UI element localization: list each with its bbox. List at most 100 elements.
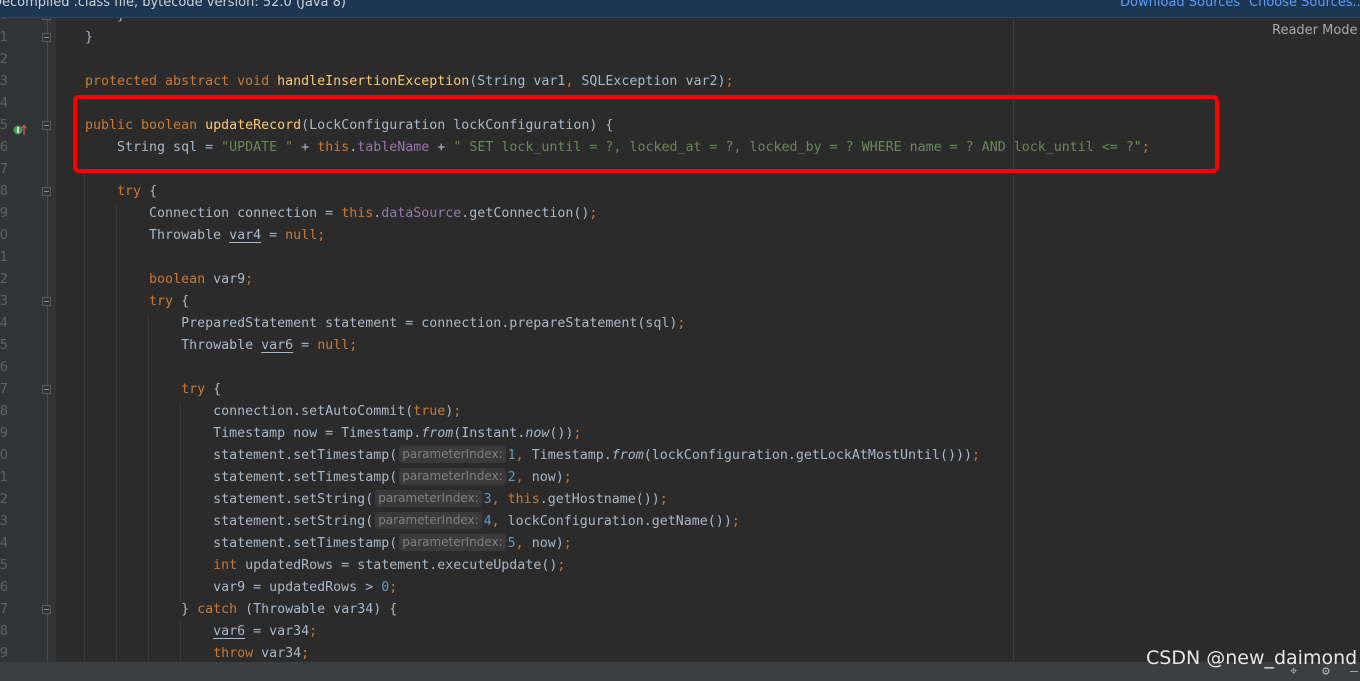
line-number: 104 — [0, 316, 8, 331]
code-token: { — [141, 184, 158, 199]
code-line[interactable]: 93 protected abstract void handleInsertio… — [0, 71, 1360, 93]
line-number: 105 — [0, 338, 8, 353]
code-token: ; — [725, 74, 734, 89]
code-token: throw — [213, 646, 262, 661]
line-number: 112 — [0, 492, 8, 507]
code-line[interactable]: 92 — [0, 49, 1360, 71]
code-line[interactable]: 118 var6 = var34; — [0, 621, 1360, 643]
code-text: statement.setTimestamp(parameterIndex: 5,… — [85, 533, 572, 555]
code-token: } — [85, 602, 198, 617]
code-token: dataSource — [381, 206, 462, 221]
parameter-hint: parameterIndex: — [375, 490, 482, 507]
code-token: = — [293, 338, 318, 353]
code-line[interactable]: 116 var9 = updatedRows > 0; — [0, 577, 1360, 599]
fold-toggle-icon[interactable] — [42, 605, 51, 614]
code-line[interactable]: 104 PreparedStatement statement = connec… — [0, 313, 1360, 335]
minimize-icon[interactable]: — — [1350, 665, 1358, 679]
code-line[interactable]: 115 int updatedRows = statement.executeU… — [0, 555, 1360, 577]
code-token: ; — [972, 448, 981, 463]
code-token: (lockConfiguration.getLockAtMostUntil())… — [643, 448, 973, 463]
code-line[interactable]: 100 Throwable var4 = null; — [0, 225, 1360, 247]
code-token: statement.setTimestamp( — [85, 536, 398, 551]
gear-icon[interactable]: ⚙ — [1322, 665, 1330, 679]
code-line[interactable]: 108 connection.setAutoCommit(true); — [0, 401, 1360, 423]
code-token: null; — [285, 228, 326, 243]
code-token: (Throwable var34) { — [245, 602, 398, 617]
code-token: connection.setAutoCommit( — [85, 404, 414, 419]
code-line[interactable]: 99 Connection connection = this.dataSour… — [0, 203, 1360, 225]
code-line[interactable]: 112 statement.setString(parameterIndex:3… — [0, 489, 1360, 511]
code-token: } — [85, 30, 94, 45]
code-text: try { — [85, 379, 221, 401]
code-token: Connection connection = — [85, 206, 342, 221]
choose-sources-link[interactable]: Choose Sources... — [1249, 0, 1360, 10]
fold-toggle-icon[interactable] — [42, 385, 51, 394]
code-token: true — [413, 404, 446, 419]
line-number: 115 — [0, 558, 8, 573]
code-text: } catch (Throwable var34) { — [85, 599, 397, 621]
code-token: , — [491, 492, 508, 507]
code-line[interactable]: 117 } catch (Throwable var34) { — [0, 599, 1360, 621]
code-line[interactable]: 105 Throwable var6 = null; — [0, 335, 1360, 357]
code-line[interactable]: 110 statement.setTimestamp(parameterInde… — [0, 445, 1360, 467]
line-number: 117 — [0, 602, 8, 617]
fold-toggle-icon[interactable] — [42, 297, 51, 306]
code-token: ; — [301, 646, 310, 661]
code-token: ; — [557, 558, 566, 573]
code-token: var6 — [213, 624, 246, 639]
code-token: ; — [309, 624, 318, 639]
code-token: var9 — [213, 272, 246, 287]
code-line[interactable]: 98 try { — [0, 181, 1360, 203]
code-line[interactable]: 106 — [0, 357, 1360, 379]
code-token: { — [173, 294, 190, 309]
download-sources-link[interactable]: Download Sources — [1120, 0, 1240, 10]
line-number: 91 — [0, 30, 8, 45]
code-token: var4 — [229, 228, 262, 243]
code-text: statement.setString(parameterIndex: 3, th… — [85, 489, 668, 511]
code-token: SQLException var2) — [581, 74, 726, 89]
code-text: Timestamp now = Timestamp.from(Instant.n… — [85, 423, 581, 445]
code-token: statement.setString( — [85, 492, 374, 507]
code-token: 3 — [483, 492, 492, 507]
code-line[interactable]: 111 statement.setTimestamp(parameterInde… — [0, 467, 1360, 489]
line-number: 98 — [0, 184, 8, 199]
code-token: protected abstract void — [85, 74, 278, 89]
fold-toggle-icon[interactable] — [42, 33, 51, 42]
code-line[interactable]: 113 statement.setString(parameterIndex:4… — [0, 511, 1360, 533]
code-line[interactable]: 91} — [0, 27, 1360, 49]
code-token: 4 — [483, 514, 492, 529]
line-number: 107 — [0, 382, 8, 397]
line-number: 96 — [0, 140, 8, 155]
code-line[interactable]: 102 boolean var9; — [0, 269, 1360, 291]
code-token: (Instant. — [453, 426, 526, 441]
code-token: , — [515, 448, 532, 463]
fold-toggle-icon[interactable] — [42, 121, 51, 130]
code-token: , — [515, 536, 532, 551]
code-token: handleInsertionException — [277, 74, 470, 89]
code-text: try { — [85, 291, 189, 313]
fold-toggle-icon[interactable] — [42, 187, 51, 196]
line-number: 100 — [0, 228, 8, 243]
parameter-hint: parameterIndex: — [399, 468, 506, 485]
code-token: try — [149, 294, 174, 309]
code-text: } — [85, 27, 93, 49]
line-number: 93 — [0, 74, 8, 89]
code-line[interactable]: 103 try { — [0, 291, 1360, 313]
reader-mode-toggle[interactable]: Reader Mode — [1272, 23, 1358, 38]
code-token: statement.setTimestamp( — [85, 470, 398, 485]
code-line[interactable]: 107 try { — [0, 379, 1360, 401]
code-token: statement.setTimestamp( — [85, 448, 398, 463]
line-number: 114 — [0, 536, 8, 551]
code-line[interactable]: 109 Timestamp now = Timestamp.from(Insta… — [0, 423, 1360, 445]
implements-method-icon[interactable] — [13, 120, 27, 135]
code-line[interactable]: 101 — [0, 247, 1360, 269]
code-token: ; — [453, 404, 462, 419]
code-text: Connection connection = this.dataSource.… — [85, 203, 597, 225]
parameter-hint: parameterIndex: — [399, 446, 506, 463]
crosshair-icon[interactable]: ⌖ — [1290, 665, 1297, 679]
code-line[interactable]: 114 statement.setTimestamp(parameterInde… — [0, 533, 1360, 555]
code-token: from — [421, 426, 454, 441]
